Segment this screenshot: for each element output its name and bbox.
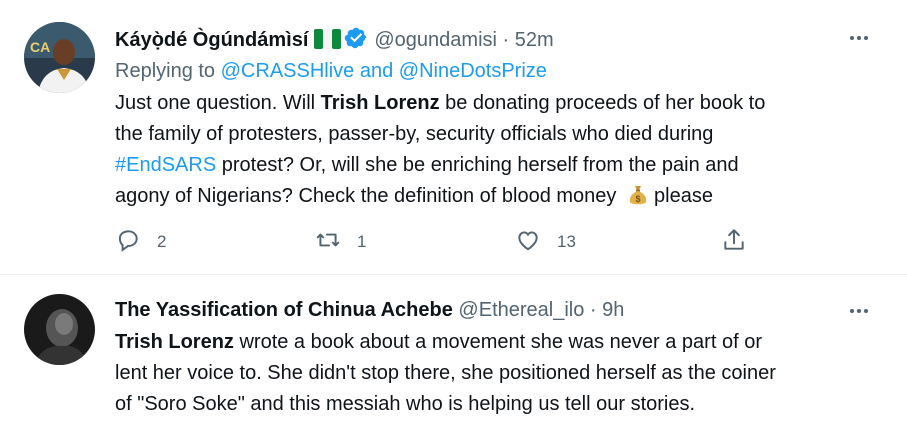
- text-line: lent her voice to. She didn't stop there…: [115, 362, 776, 384]
- action-bar: 2 1 13: [115, 228, 815, 256]
- text-segment: wrote a book about a movement she was ne…: [233, 331, 762, 353]
- timestamp[interactable]: 52m: [515, 29, 554, 51]
- timestamp[interactable]: 9h: [602, 299, 624, 321]
- replying-to: Replying to @CRASSHlive and @NineDotsPri…: [115, 58, 547, 84]
- svg-text:$: $: [635, 194, 640, 204]
- text-line: Just one question. Will Trish Lorenz be …: [115, 88, 765, 119]
- text-segment: be donating proceeds of her book to: [439, 92, 766, 114]
- reply-button[interactable]: 2: [115, 228, 166, 256]
- handle[interactable]: @ogundamisi: [374, 29, 497, 51]
- share-button[interactable]: [721, 228, 747, 256]
- retweet-icon: [315, 227, 341, 258]
- text-segment: Just one question. Will: [115, 92, 321, 114]
- separator: ·: [502, 29, 510, 51]
- handle[interactable]: @Ethereal_ilo: [458, 299, 584, 321]
- more-icon[interactable]: [847, 299, 871, 323]
- hashtag-link[interactable]: #EndSARS: [115, 154, 216, 176]
- retweet-button[interactable]: 1: [315, 228, 366, 256]
- bold-text: Trish Lorenz: [115, 331, 234, 353]
- tweet-header: Káyọ̀dé Ògúndámìsí @ogundamisi · 52m: [115, 26, 554, 57]
- reply-icon: [115, 227, 141, 258]
- tweet[interactable]: The Yassification of Chinua Achebe @Ethe…: [0, 275, 907, 433]
- svg-text:CA: CA: [30, 39, 50, 55]
- text-line: agony of Nigerians? Check the definition…: [115, 181, 765, 217]
- tweet-header: The Yassification of Chinua Achebe @Ethe…: [115, 297, 624, 323]
- text-segment: please: [654, 185, 713, 207]
- display-name[interactable]: The Yassification of Chinua Achebe: [115, 299, 453, 321]
- separator: ·: [589, 299, 597, 321]
- like-count: 13: [557, 232, 576, 251]
- verified-badge-icon: [344, 26, 368, 57]
- nigeria-flag-icon: [314, 29, 342, 56]
- text-line: of "Soro Soke" and this messiah who is h…: [115, 393, 696, 415]
- tweet-text: Trish Lorenz wrote a book about a moveme…: [115, 327, 776, 420]
- text-segment: protest? Or, will she be enriching herse…: [216, 154, 739, 176]
- text-segment: agony of Nigerians? Check the definition…: [115, 185, 617, 207]
- replying-to-users[interactable]: @CRASSHlive and @NineDotsPrize: [221, 60, 547, 82]
- display-name[interactable]: Káyọ̀dé Ògúndámìsí: [115, 29, 308, 51]
- more-icon[interactable]: [847, 26, 871, 50]
- text-line: the family of protesters, passer-by, sec…: [115, 123, 714, 145]
- money-bag-icon: $: [626, 183, 650, 217]
- like-icon: [515, 227, 541, 258]
- reply-count: 2: [157, 232, 167, 251]
- text-line: Trish Lorenz wrote a book about a moveme…: [115, 327, 776, 358]
- text-line: #EndSARS protest? Or, will she be enrich…: [115, 150, 765, 181]
- retweet-count: 1: [357, 232, 367, 251]
- avatar[interactable]: CA: [24, 22, 95, 93]
- share-icon: [721, 227, 747, 258]
- tweet[interactable]: CA Káyọ̀dé Ògúndámìsí @ogundamisi · 52m R…: [0, 0, 907, 275]
- tweet-text: Just one question. Will Trish Lorenz be …: [115, 88, 765, 217]
- bold-text: Trish Lorenz: [320, 92, 440, 114]
- avatar[interactable]: [24, 294, 95, 365]
- like-button[interactable]: 13: [515, 228, 576, 256]
- replying-to-label: Replying to: [115, 60, 221, 82]
